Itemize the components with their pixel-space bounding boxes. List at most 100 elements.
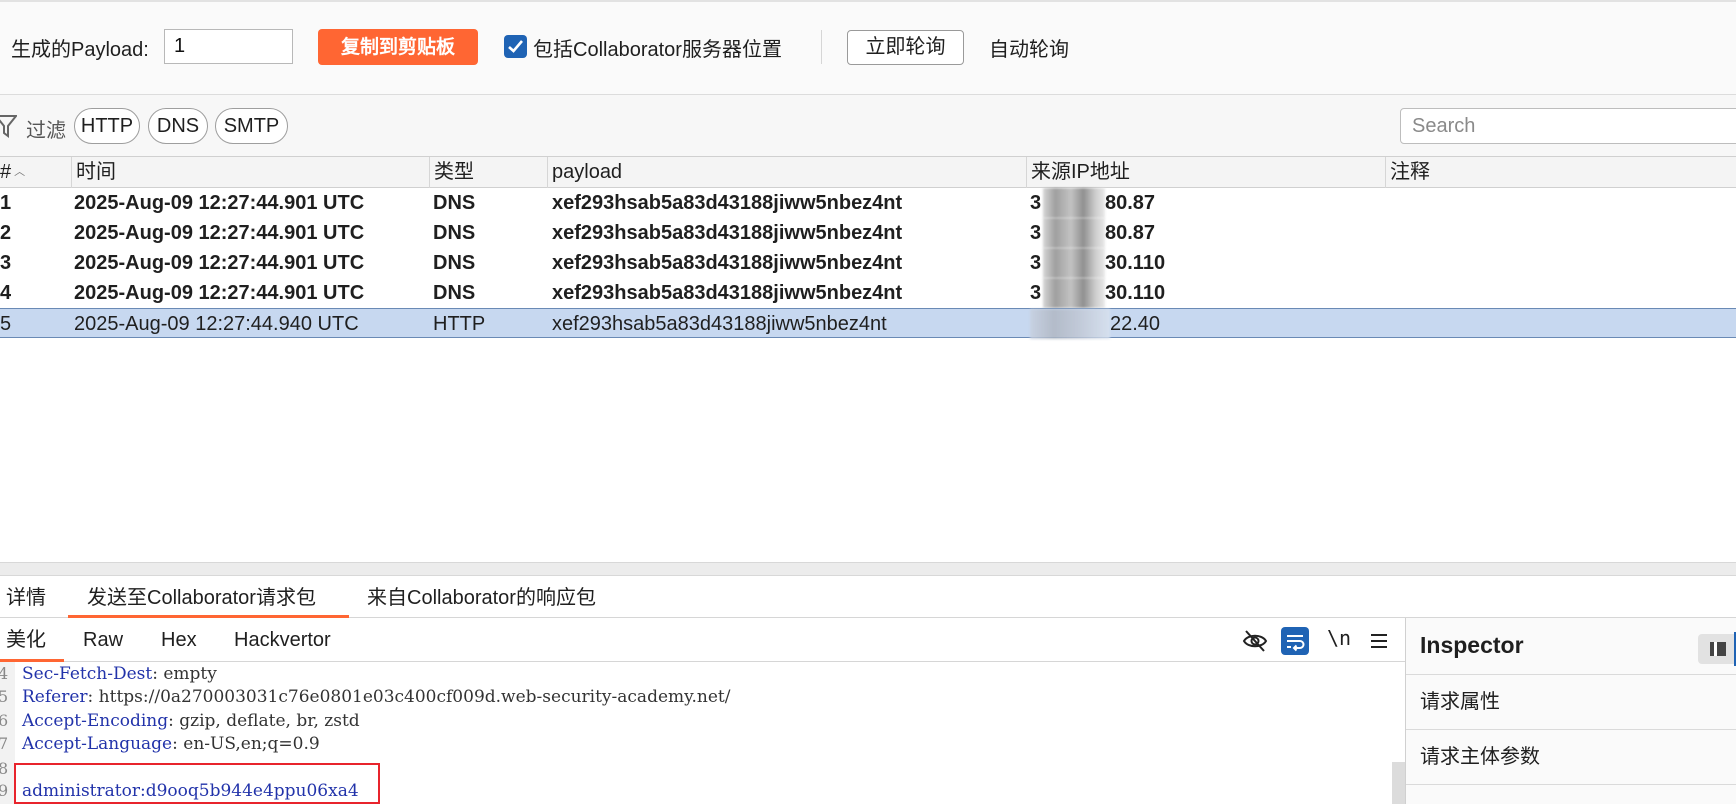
cell-ip-suffix: 30.110 <box>1105 252 1166 274</box>
column-header-type[interactable]: 类型 <box>429 157 547 188</box>
inspector-layout-button[interactable] <box>1698 634 1736 664</box>
filter-chip-smtp[interactable]: SMTP <box>215 108 288 144</box>
cell-ip-suffix: 80.87 <box>1105 222 1156 244</box>
tab-details[interactable]: 详情 <box>6 576 52 618</box>
copy-to-clipboard-button[interactable]: 复制到剪贴板 <box>318 29 478 65</box>
header-name: Referer <box>22 687 88 707</box>
filter-chip-http[interactable]: HTTP <box>74 108 140 144</box>
cell-time: 2025-Aug-09 12:27:44.940 UTC <box>74 313 359 335</box>
cell-payload: xef293hsab5a83d43188jiww5nbez4nt <box>552 192 903 214</box>
table-row[interactable]: 1 2025-Aug-09 12:27:44.901 UTC DNS xef29… <box>0 188 1736 218</box>
cell-payload: xef293hsab5a83d43188jiww5nbez4nt <box>552 313 887 335</box>
cell-time: 2025-Aug-09 12:27:44.901 UTC <box>74 252 365 274</box>
tab-raw[interactable]: Raw <box>83 618 133 662</box>
redacted-ip-blur <box>1043 278 1105 308</box>
cell-type: DNS <box>433 252 476 274</box>
line-number: 8 <box>0 759 9 778</box>
tab-response-from-collaborator[interactable]: 来自Collaborator的响应包 <box>367 576 617 618</box>
search-input[interactable] <box>1400 108 1736 144</box>
highlight-annotation-box <box>14 763 380 804</box>
header-name: Sec-Fetch-Dest <box>22 664 153 684</box>
column-header-comment[interactable]: 注释 <box>1385 157 1736 188</box>
hide-eye-icon[interactable] <box>1241 627 1269 655</box>
cell-type: HTTP <box>433 313 486 335</box>
cell-number: 3 <box>0 252 12 274</box>
line-number: 7 <box>0 734 9 753</box>
line-number: 5 <box>0 687 9 706</box>
table-row-selected[interactable]: 5 2025-Aug-09 12:27:44.940 UTC HTTP xef2… <box>0 308 1736 339</box>
table-row[interactable]: 3 2025-Aug-09 12:27:44.901 UTC DNS xef29… <box>0 248 1736 278</box>
cell-ip-suffix: 30.110 <box>1105 282 1166 304</box>
tab-request-to-collaborator[interactable]: 发送至Collaborator请求包 <box>68 576 349 618</box>
tab-hackvertor[interactable]: Hackvertor <box>234 618 344 662</box>
cell-type: DNS <box>433 222 476 244</box>
redacted-ip-blur <box>1043 248 1105 278</box>
sort-ascending-icon: ︿ <box>14 166 26 178</box>
include-server-checkbox[interactable] <box>504 35 527 58</box>
cell-ip-prefix: 3 <box>1030 222 1042 244</box>
cell-time: 2025-Aug-09 12:27:44.901 UTC <box>74 192 365 214</box>
collaborator-toolbar: 生成的Payload: 复制到剪贴板 包括Collaborator服务器位置 立… <box>0 0 1736 95</box>
filter-icon[interactable] <box>0 113 17 139</box>
column-header-source-ip[interactable]: 来源IP地址 <box>1026 157 1385 188</box>
line-number: 9 <box>0 781 9 800</box>
cell-ip-suffix: 80.87 <box>1105 192 1156 214</box>
checkmark-icon <box>508 40 523 53</box>
cell-time: 2025-Aug-09 12:27:44.901 UTC <box>74 222 365 244</box>
menu-icon[interactable] <box>1365 627 1393 655</box>
editor-scrollbar[interactable] <box>1392 762 1405 804</box>
word-wrap-toggle[interactable] <box>1281 627 1309 655</box>
column-header-number[interactable]: # ︿ <box>0 157 71 188</box>
filter-label: 过滤 <box>26 120 66 142</box>
inspector-panel: Inspector 请求属性 请求主体参数 <box>1405 618 1736 804</box>
cell-number: 5 <box>0 313 12 335</box>
show-newlines-toggle[interactable]: \n <box>1327 626 1351 650</box>
table-header: # ︿ 时间 类型 payload 来源IP地址 注释 <box>0 157 1736 188</box>
redacted-ip-blur <box>1043 218 1105 248</box>
header-name: Accept-Language <box>22 734 173 754</box>
panel-layout-icon <box>1710 642 1726 656</box>
column-header-time[interactable]: 时间 <box>71 157 429 188</box>
header-value: : https://0a270003031c76e0801e03c400cf00… <box>87 687 731 707</box>
table-row[interactable]: 2 2025-Aug-09 12:27:44.901 UTC DNS xef29… <box>0 218 1736 248</box>
pane-splitter[interactable] <box>0 562 1736 576</box>
cell-time: 2025-Aug-09 12:27:44.901 UTC <box>74 282 365 304</box>
word-wrap-icon <box>1287 635 1305 652</box>
column-header-label: # <box>0 161 12 183</box>
interactions-table: # ︿ 时间 类型 payload 来源IP地址 注释 1 2025-Aug-09… <box>0 157 1736 562</box>
cell-payload: xef293hsab5a83d43188jiww5nbez4nt <box>552 252 903 274</box>
poll-now-button[interactable]: 立即轮询 <box>847 30 964 65</box>
payload-count-input[interactable] <box>164 29 293 64</box>
filter-bar: 过滤 HTTP DNS SMTP <box>0 95 1736 157</box>
inspector-title: Inspector <box>1420 632 1524 658</box>
header-value: : gzip, deflate, br, zstd <box>168 711 360 731</box>
cell-ip-prefix: 3 <box>1030 252 1042 274</box>
tab-hex[interactable]: Hex <box>161 618 206 662</box>
request-editor[interactable]: 4 Sec-Fetch-Dest: empty 5 Referer: https:/… <box>0 662 1405 804</box>
detail-tabs: 详情 发送至Collaborator请求包 来自Collaborator的响应包 <box>0 576 1736 618</box>
auto-poll-label[interactable]: 自动轮询 <box>989 33 1069 62</box>
cell-ip-prefix: 3 <box>1030 282 1042 304</box>
column-header-payload[interactable]: payload <box>547 157 1026 188</box>
cell-type: DNS <box>433 192 476 214</box>
header-value: : en-US,en;q=0.9 <box>172 734 320 754</box>
cell-number: 1 <box>0 192 12 214</box>
inspector-body-parameters[interactable]: 请求主体参数 <box>1406 729 1736 784</box>
payload-label: 生成的Payload: <box>11 39 149 61</box>
line-number: 4 <box>0 664 9 683</box>
cell-number: 2 <box>0 222 12 244</box>
line-number: 6 <box>0 711 9 730</box>
header-value: : empty <box>152 664 217 684</box>
table-row[interactable]: 4 2025-Aug-09 12:27:44.901 UTC DNS xef29… <box>0 278 1736 308</box>
cell-payload: xef293hsab5a83d43188jiww5nbez4nt <box>552 282 903 304</box>
redacted-ip-blur <box>1043 188 1105 218</box>
inspector-request-attributes[interactable]: 请求属性 <box>1406 674 1736 729</box>
include-server-label[interactable]: 包括Collaborator服务器位置 <box>533 33 782 62</box>
inspector-next-section[interactable] <box>1406 784 1736 804</box>
tab-pretty[interactable]: 美化 <box>0 618 64 662</box>
cell-ip-prefix: 3 <box>1030 192 1042 214</box>
cell-payload: xef293hsab5a83d43188jiww5nbez4nt <box>552 222 903 244</box>
filter-chip-dns[interactable]: DNS <box>148 108 208 144</box>
toolbar-divider <box>821 30 822 64</box>
cell-number: 4 <box>0 282 12 304</box>
